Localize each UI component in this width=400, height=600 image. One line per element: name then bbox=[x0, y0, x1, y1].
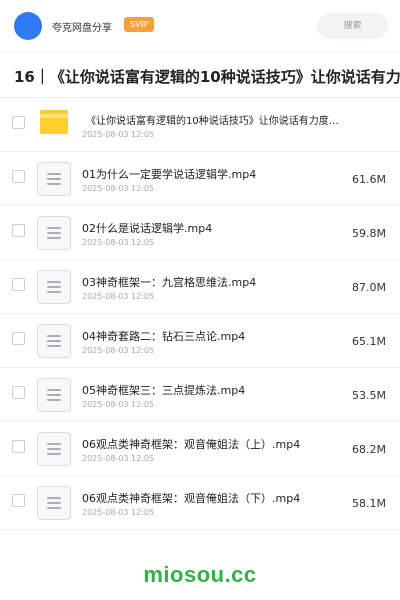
item-date: 2025-08-03 12:05 bbox=[82, 508, 155, 517]
file-icon bbox=[37, 432, 71, 466]
list-item[interactable]: 《让你说话富有逻辑的10种说话技巧》让你说话有力度… 2025-08-03 12… bbox=[0, 98, 400, 152]
list-item[interactable]: 05神奇框架三：三点提炼法.mp4 2025-08-03 12:05 53.5M bbox=[0, 368, 400, 422]
app-name: 夸克网盘分享 bbox=[52, 23, 112, 34]
item-size: 68.2M bbox=[352, 443, 386, 456]
item-size: 61.6M bbox=[352, 173, 386, 186]
file-icon bbox=[37, 486, 71, 520]
item-size: 87.0M bbox=[352, 281, 386, 294]
avatar[interactable] bbox=[14, 12, 42, 40]
item-date: 2025-08-03 12:05 bbox=[82, 454, 155, 463]
list-item[interactable]: 06观点类神奇框架：观音俺姐法（下）.mp4 2025-08-03 12:05 … bbox=[0, 476, 400, 530]
list-item[interactable]: 06观点类神奇框架：观音俺姐法（上）.mp4 2025-08-03 12:05 … bbox=[0, 422, 400, 476]
select-checkbox[interactable] bbox=[12, 332, 25, 345]
select-checkbox[interactable] bbox=[12, 494, 25, 507]
file-icon bbox=[37, 162, 71, 196]
item-size: 59.8M bbox=[352, 227, 386, 240]
item-date: 2025-08-03 12:05 bbox=[82, 346, 155, 355]
item-date: 2025-08-03 12:05 bbox=[82, 400, 155, 409]
item-date: 2025-08-03 12:05 bbox=[82, 292, 155, 301]
watermark-text: miosou.cc bbox=[143, 562, 257, 587]
folder-title-bar: 16｜《让你说话富有逻辑的10种说话技巧》让你说话有力度 bbox=[0, 53, 400, 97]
item-date: 2025-08-03 12:05 bbox=[82, 130, 155, 139]
item-size: 65.1M bbox=[352, 335, 386, 348]
list-item[interactable]: 02什么是说话逻辑学.mp4 2025-08-03 12:05 59.8M bbox=[0, 206, 400, 260]
item-name: 05神奇框架三：三点提炼法.mp4 bbox=[82, 384, 246, 397]
app-header: 夸克网盘分享 SVIP 搜索 bbox=[0, 0, 400, 52]
search-input[interactable]: 搜索 bbox=[317, 13, 388, 39]
list-item[interactable]: 03神奇框架一：九宫格思维法.mp4 2025-08-03 12:05 87.0… bbox=[0, 260, 400, 314]
select-checkbox[interactable] bbox=[12, 386, 25, 399]
file-icon bbox=[37, 270, 71, 304]
file-icon bbox=[37, 378, 71, 412]
item-name: 06观点类神奇框架：观音俺姐法（上）.mp4 bbox=[82, 438, 301, 451]
page-title: 16｜《让你说话富有逻辑的10种说话技巧》让你说话有力度 bbox=[14, 68, 400, 86]
item-date: 2025-08-03 12:05 bbox=[82, 184, 155, 193]
svip-badge: SVIP bbox=[124, 17, 154, 32]
item-name: 01为什么一定要学说话逻辑学.mp4 bbox=[82, 168, 257, 181]
item-name: 04神奇套路二：钻石三点论.mp4 bbox=[82, 330, 246, 343]
item-name: 《让你说话富有逻辑的10种说话技巧》让你说话有力度… bbox=[86, 116, 339, 127]
select-checkbox[interactable] bbox=[12, 278, 25, 291]
item-date: 2025-08-03 12:05 bbox=[82, 238, 155, 247]
folder-icon bbox=[40, 110, 68, 134]
item-name: 06观点类神奇框架：观音俺姐法（下）.mp4 bbox=[82, 492, 301, 505]
item-size: 53.5M bbox=[352, 389, 386, 402]
select-checkbox[interactable] bbox=[12, 224, 25, 237]
select-checkbox[interactable] bbox=[12, 170, 25, 183]
select-checkbox[interactable] bbox=[12, 116, 25, 129]
list-item[interactable]: 04神奇套路二：钻石三点论.mp4 2025-08-03 12:05 65.1M bbox=[0, 314, 400, 368]
file-list: 《让你说话富有逻辑的10种说话技巧》让你说话有力度… 2025-08-03 12… bbox=[0, 98, 400, 530]
select-checkbox[interactable] bbox=[12, 440, 25, 453]
file-icon bbox=[37, 324, 71, 358]
item-name: 02什么是说话逻辑学.mp4 bbox=[82, 222, 213, 235]
list-item[interactable]: 01为什么一定要学说话逻辑学.mp4 2025-08-03 12:05 61.6… bbox=[0, 152, 400, 206]
file-icon bbox=[37, 216, 71, 250]
item-name: 03神奇框架一：九宫格思维法.mp4 bbox=[82, 276, 257, 289]
item-size: 58.1M bbox=[352, 497, 386, 510]
